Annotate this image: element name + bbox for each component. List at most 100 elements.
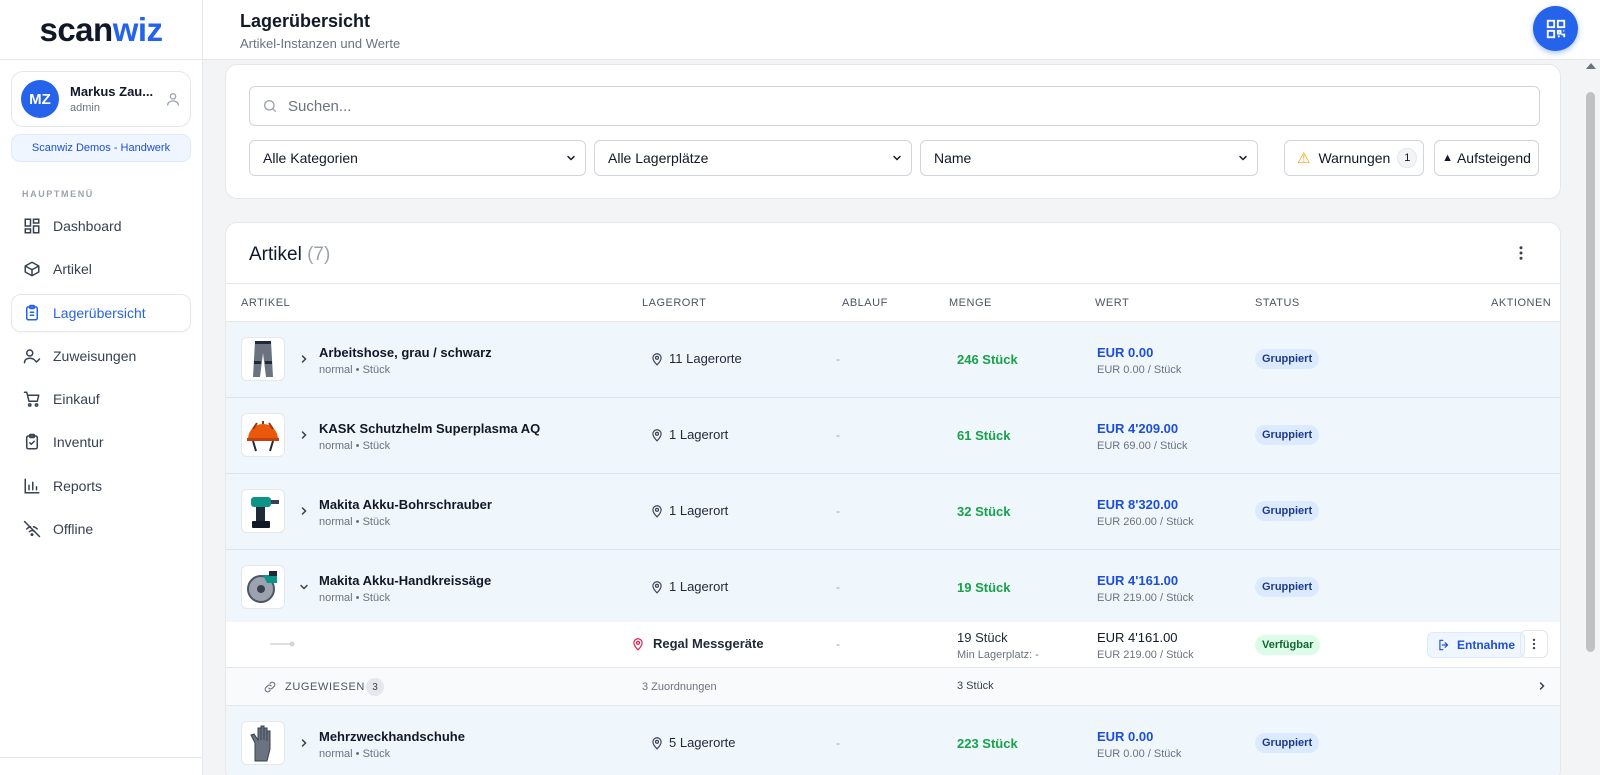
map-pin-icon (652, 580, 662, 594)
chevron-right-icon[interactable] (298, 737, 310, 749)
item-meta: normal • Stück (319, 592, 391, 604)
location-link[interactable]: 1 Lagerort (650, 579, 728, 594)
status-badge: Gruppiert (1255, 577, 1320, 597)
item-meta: normal • Stück (319, 364, 391, 376)
table-row[interactable]: Arbeitshose, grau / schwarz normal • Stü… (226, 322, 1560, 398)
scrollbar[interactable] (1582, 60, 1600, 775)
instance-value-per-unit: EUR 219.00 / Stück (1097, 649, 1194, 661)
instance-location[interactable]: Regal Messgeräte (631, 636, 764, 651)
status-badge: Gruppiert (1255, 349, 1320, 369)
sort-field-select[interactable]: Name (920, 140, 1258, 176)
chevron-right-icon[interactable] (298, 505, 310, 517)
nav-item-einkauf[interactable]: Einkauf (11, 380, 191, 418)
tenant-selector[interactable]: Scanwiz Demos - Handwerk (11, 134, 191, 162)
helmet-icon (247, 421, 279, 452)
map-pin-icon (633, 637, 643, 651)
instance-row[interactable]: Regal Messgeräte - 19 Stück Min Lagerpla… (226, 622, 1560, 668)
assigned-row[interactable]: ZUGEWIESEN 3 3 Zuordnungen 3 Stück (226, 668, 1560, 706)
nav-item-reports[interactable]: Reports (11, 467, 191, 505)
instance-expiry: - (836, 637, 840, 651)
location-text: 5 Lagerorte (669, 735, 736, 750)
table-title: Artikel (7) (249, 244, 330, 266)
bar-chart-icon (24, 478, 40, 494)
page-header: Lagerübersicht Artikel-Instanzen und Wer… (203, 0, 1600, 60)
table-row[interactable]: KASK Schutzhelm Superplasma AQ normal • … (226, 398, 1560, 474)
search-box[interactable] (249, 86, 1540, 126)
withdraw-button[interactable]: Entnahme (1427, 632, 1526, 658)
value-total: EUR 0.00 (1097, 729, 1154, 744)
qr-scan-button[interactable] (1533, 6, 1578, 51)
table-count: (7) (307, 244, 331, 265)
col-ablauf[interactable]: ABLAUF (842, 297, 888, 309)
table-row[interactable]: Makita Akku-Handkreissäge normal • Stück… (226, 550, 1560, 626)
warnings-button[interactable]: ⚠ Warnungen 1 (1284, 140, 1424, 176)
user-role: admin (70, 102, 100, 114)
nav-item-lageruebersicht[interactable]: Lagerübersicht (11, 293, 191, 332)
nav-item-dashboard[interactable]: Dashboard (11, 207, 191, 245)
sidebar-divider (0, 757, 203, 758)
dashboard-icon (24, 218, 40, 234)
instance-quantity: 19 Stück (957, 630, 1008, 645)
chevron-right-icon[interactable] (298, 429, 310, 441)
nav-item-zuweisungen[interactable]: Zuweisungen (11, 337, 191, 375)
col-artikel[interactable]: ARTIKEL (241, 297, 290, 309)
logo-text-wiz: wiz (112, 10, 163, 48)
item-name[interactable]: Mehrzweckhandschuhe (319, 729, 465, 744)
clipboard-icon (26, 304, 38, 321)
instance-value: EUR 4'161.00 (1097, 630, 1178, 645)
col-wert[interactable]: WERT (1095, 297, 1129, 309)
col-status[interactable]: STATUS (1255, 297, 1300, 309)
storage-select[interactable]: Alle Lagerplätze (594, 140, 912, 176)
scroll-thumb[interactable] (1586, 92, 1595, 652)
warnings-count-badge: 1 (1397, 148, 1418, 168)
assigned-quantity: 3 Stück (957, 680, 994, 692)
item-name[interactable]: Makita Akku-Bohrschrauber (319, 497, 492, 512)
search-input[interactable] (288, 97, 1539, 115)
category-value: Alle Kategorien (263, 150, 358, 166)
nav-item-inventur[interactable]: Inventur (11, 423, 191, 461)
location-text: 1 Lagerort (669, 427, 729, 442)
col-menge[interactable]: MENGE (949, 297, 992, 309)
expiry-value: - (836, 504, 840, 518)
user-card[interactable]: MZ Markus Zau... admin (11, 71, 191, 127)
item-name[interactable]: Arbeitshose, grau / schwarz (319, 345, 492, 360)
scroll-up-arrow[interactable] (1586, 63, 1596, 69)
table-row[interactable]: Makita Akku-Bohrschrauber normal • Stück… (226, 474, 1560, 550)
logo[interactable]: scan wiz (0, 0, 202, 60)
user-name: Markus Zau... (70, 84, 154, 99)
location-link[interactable]: 1 Lagerort (650, 427, 728, 442)
sort-order-button[interactable]: ▲ Aufsteigend (1434, 140, 1539, 176)
nav-label: Inventur (53, 434, 104, 451)
item-name[interactable]: KASK Schutzhelm Superplasma AQ (319, 421, 540, 436)
chevron-down-icon[interactable] (298, 581, 310, 593)
quantity-value: 61 Stück (957, 428, 1011, 443)
quantity-value: 32 Stück (957, 504, 1011, 519)
location-link[interactable]: 5 Lagerorte (650, 735, 736, 750)
expiry-value: - (836, 736, 840, 750)
item-meta: normal • Stück (319, 440, 391, 452)
user-check-icon (23, 349, 41, 364)
table-header: ARTIKEL LAGERORT ABLAUF MENGE WERT STATU… (226, 283, 1560, 322)
instance-min-storage: Min Lagerplatz: - (957, 649, 1039, 661)
item-name[interactable]: Makita Akku-Handkreissäge (319, 573, 491, 588)
product-thumbnail (241, 337, 285, 381)
location-link[interactable]: 1 Lagerort (650, 503, 728, 518)
sort-arrow-icon: ▲ (1442, 152, 1453, 164)
nav-item-artikel[interactable]: Artikel (11, 250, 191, 288)
table-row[interactable]: Mehrzweckhandschuhe normal • Stück 5 Lag… (226, 706, 1560, 775)
category-select[interactable]: Alle Kategorien (249, 140, 586, 176)
value-per-unit: EUR 260.00 / Stück (1097, 516, 1194, 528)
instance-menu-button[interactable] (1520, 630, 1548, 658)
col-lagerort[interactable]: LAGERORT (642, 297, 706, 309)
map-pin-icon (652, 428, 662, 442)
chevron-right-icon[interactable] (1536, 680, 1548, 692)
location-link[interactable]: 11 Lagerorte (650, 351, 742, 366)
user-icon[interactable] (165, 91, 181, 107)
chevron-right-icon[interactable] (298, 353, 310, 365)
wifi-off-icon (23, 520, 41, 538)
table-menu-button[interactable] (1509, 241, 1533, 265)
drill-icon (251, 497, 279, 528)
value-total: EUR 0.00 (1097, 345, 1154, 360)
box-icon (24, 261, 40, 277)
nav-item-offline[interactable]: Offline (11, 510, 191, 548)
